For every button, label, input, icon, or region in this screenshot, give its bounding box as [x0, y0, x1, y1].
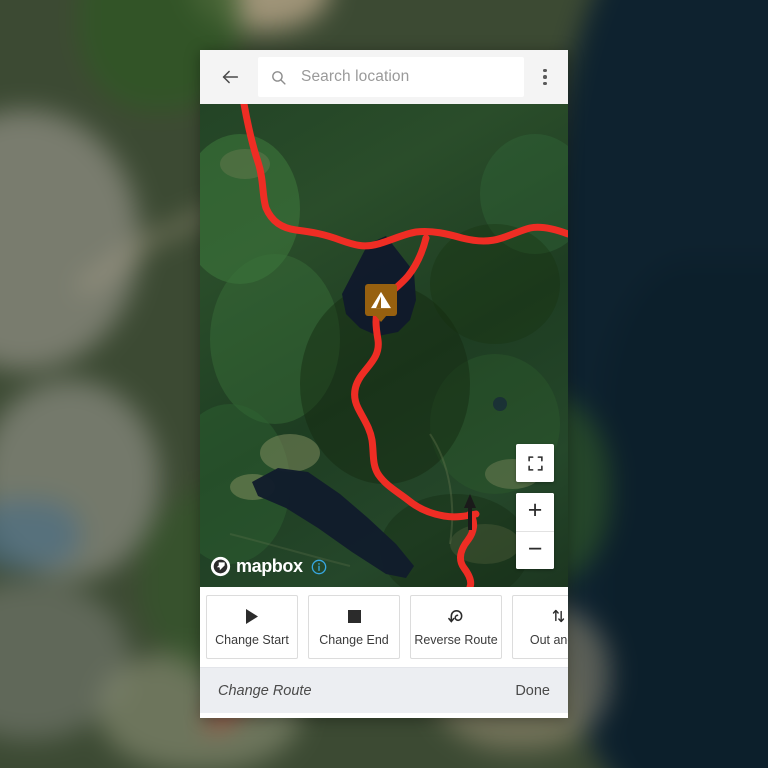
- change-end-label: Change End: [319, 632, 389, 647]
- trail-hint-1: [429, 433, 454, 545]
- fit-bounds-icon[interactable]: [516, 444, 554, 482]
- marker-tip: [375, 315, 387, 322]
- back-arrow-icon[interactable]: [210, 57, 250, 97]
- map-attribution: mapbox: [210, 556, 327, 577]
- done-button[interactable]: Done: [515, 683, 550, 699]
- stop-square-icon: [347, 608, 361, 625]
- reverse-route-button[interactable]: Reverse Route: [410, 595, 502, 659]
- reverse-loop-icon: [447, 608, 466, 625]
- change-start-button[interactable]: Change Start: [206, 595, 298, 659]
- zoom-in-button[interactable]: +: [516, 493, 554, 531]
- tent-icon: [371, 291, 391, 309]
- menu-dot: [543, 75, 547, 79]
- mapbox-logo[interactable]: mapbox: [210, 556, 303, 577]
- change-start-label: Change Start: [215, 632, 289, 647]
- map-controls: + −: [516, 444, 554, 569]
- search-input[interactable]: Search location: [258, 57, 524, 97]
- pond-small: [493, 397, 507, 411]
- zoom-in-label: +: [527, 496, 543, 524]
- app-panel: Search location + − mapbox Change Start …: [200, 50, 568, 718]
- route-action-strip[interactable]: Change Start Change End Reverse Route Ou…: [200, 587, 568, 667]
- more-vertical-icon[interactable]: [528, 57, 562, 97]
- map-canvas[interactable]: + − mapbox: [200, 104, 568, 587]
- out-and-back-label: Out and B: [529, 632, 568, 647]
- zoom-out-label: −: [527, 534, 543, 563]
- change-route-title: Change Route: [218, 682, 312, 699]
- route-polyline: [240, 104, 568, 250]
- zoom-control-group: + −: [516, 493, 554, 569]
- search-icon: [270, 69, 287, 86]
- top-app-bar: Search location: [200, 50, 568, 104]
- mapbox-wordmark: mapbox: [236, 556, 303, 576]
- change-end-button[interactable]: Change End: [308, 595, 400, 659]
- map-vector-overlay: [229, 104, 568, 587]
- out-and-back-icon: [550, 608, 567, 625]
- play-triangle-icon: [245, 608, 259, 625]
- out-and-back-button[interactable]: Out and B: [512, 595, 568, 659]
- bottom-action-bar: Change Route Done: [200, 667, 568, 713]
- menu-dot: [543, 68, 547, 73]
- zoom-out-button[interactable]: −: [516, 531, 554, 569]
- reverse-route-label: Reverse Route: [414, 632, 498, 647]
- search-placeholder-text: Search location: [301, 68, 410, 85]
- menu-dot: [543, 81, 547, 86]
- mapbox-mark-icon: [210, 556, 231, 577]
- campsite-marker[interactable]: [365, 284, 397, 322]
- info-circle-icon[interactable]: [311, 559, 327, 575]
